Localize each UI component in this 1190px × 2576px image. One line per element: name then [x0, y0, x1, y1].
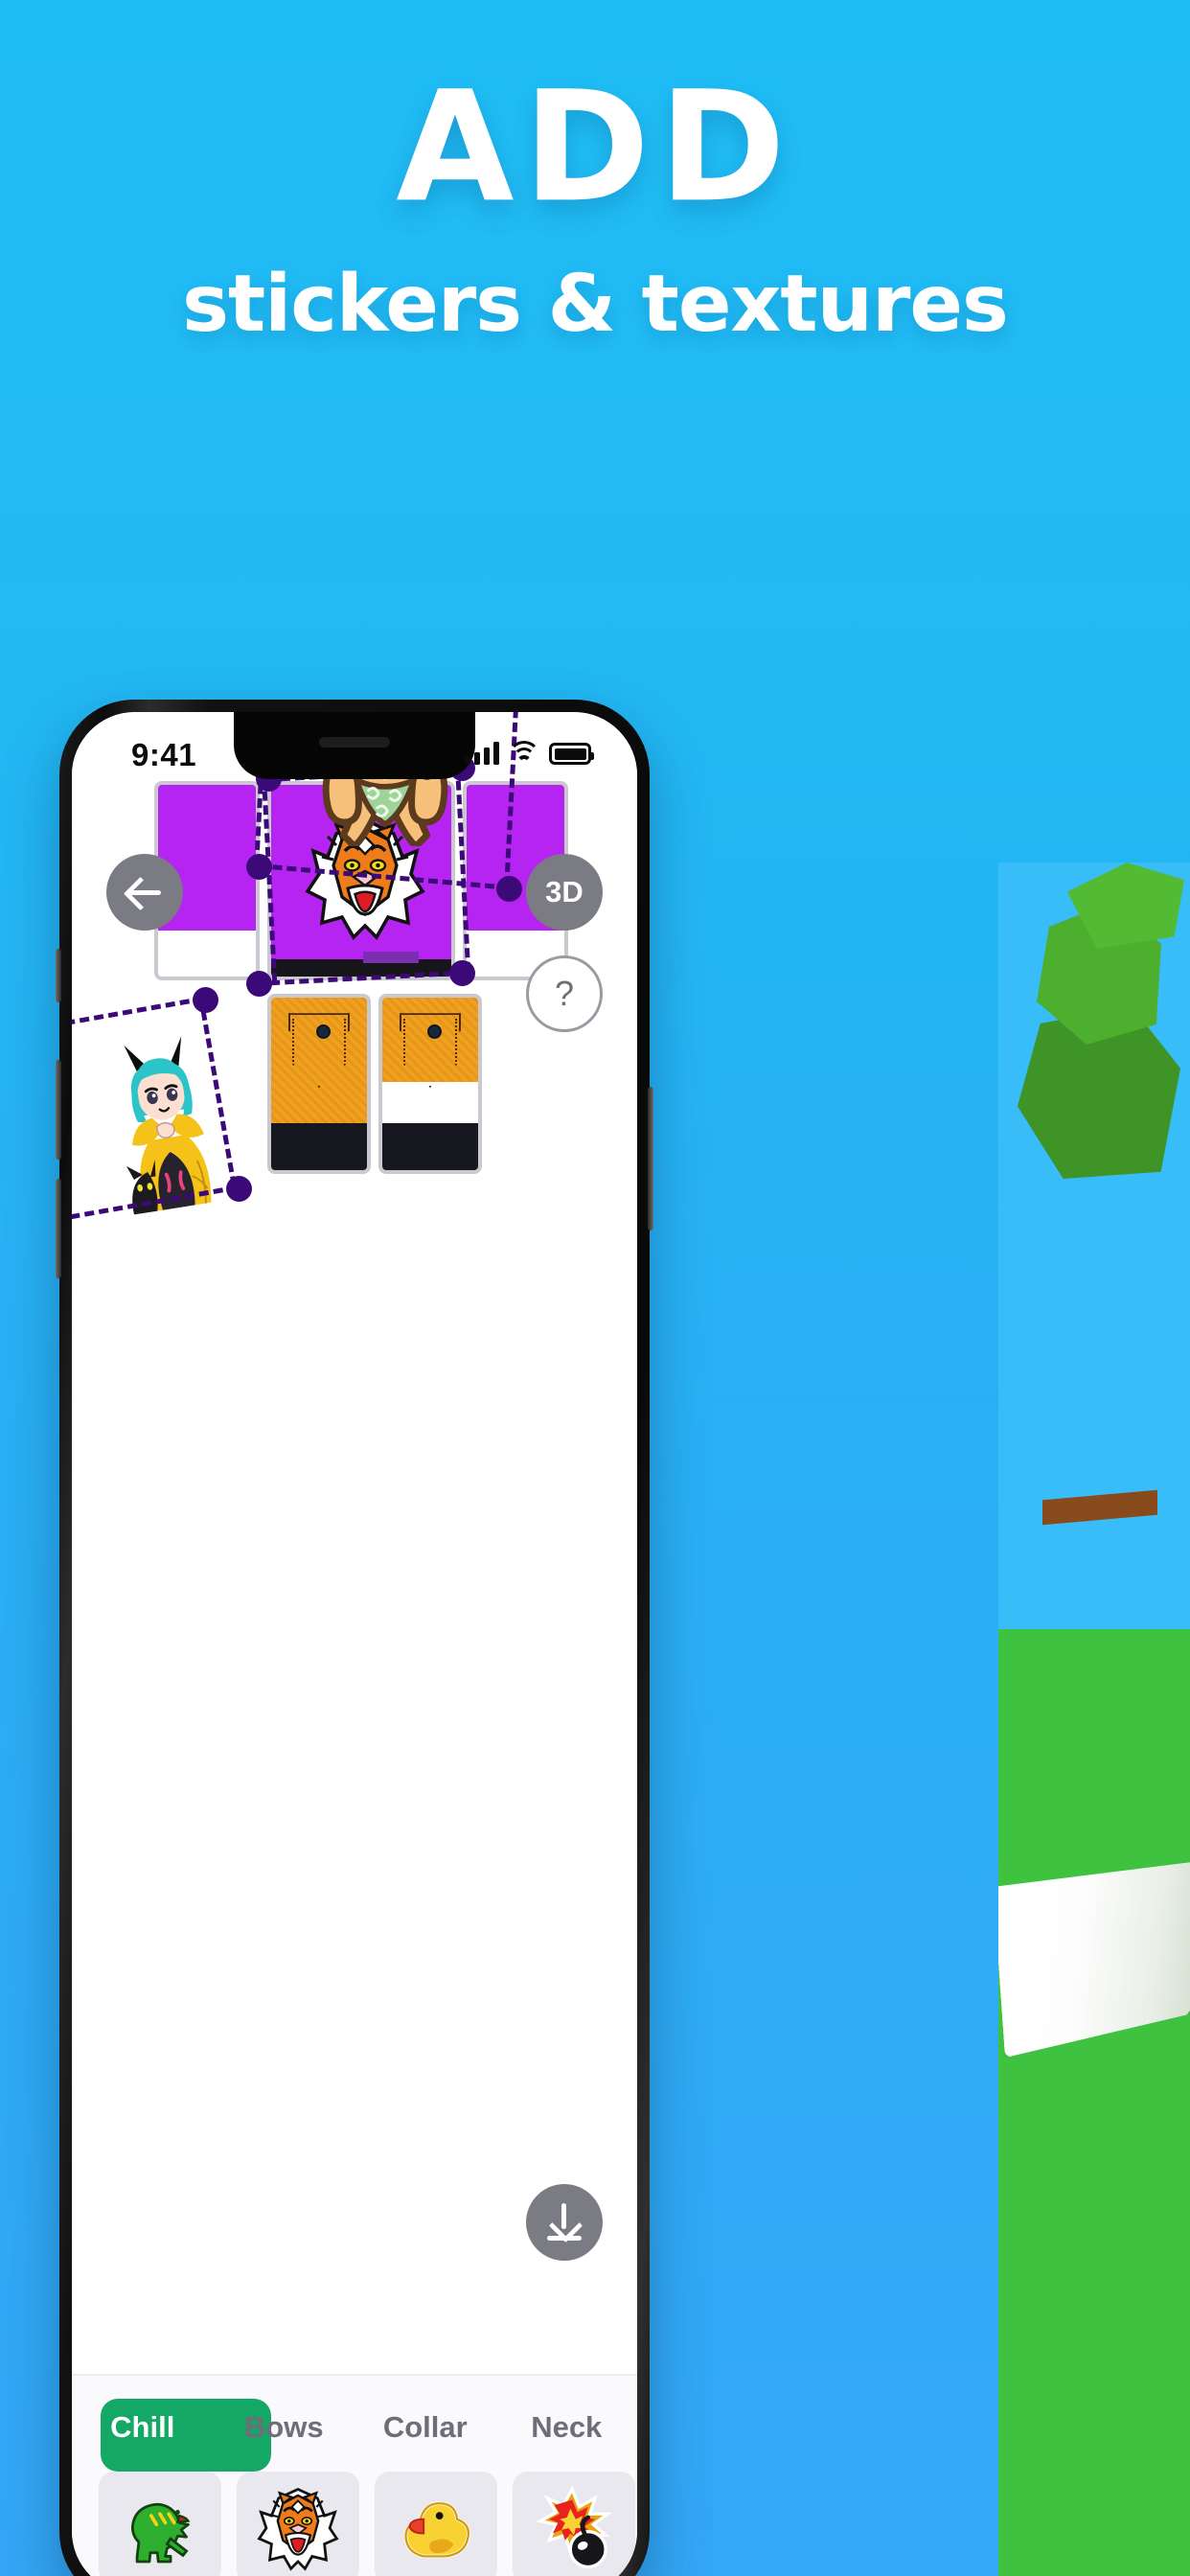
selection-handle[interactable]: [246, 971, 272, 997]
sticker-picker-sheet: Chill Bows Collar Neck: [72, 2374, 637, 2576]
tiger-sticker[interactable]: [237, 2472, 359, 2576]
background-3d-scene: [998, 862, 1190, 2576]
tab-label: Neck: [531, 2410, 603, 2444]
download-button[interactable]: [526, 2184, 603, 2261]
duck-icon: [403, 2501, 470, 2559]
tab-label: Bows: [243, 2410, 324, 2444]
selection-handle[interactable]: [246, 854, 272, 880]
phone-button-volume-up: [56, 1060, 61, 1160]
promo-headline-block: ADD stickers & textures: [0, 71, 1190, 350]
selection-handle[interactable]: [226, 1176, 252, 1202]
headline-add: ADD: [395, 58, 795, 237]
download-icon: [547, 2203, 584, 2243]
phone-mockup: 3D ? Chill Bows Collar Neck 9:41: [56, 700, 653, 2576]
status-bar: 9:41: [72, 712, 637, 787]
tab-label: Collar: [382, 2410, 468, 2444]
status-icons: [465, 741, 594, 765]
pants-cuff: [382, 1123, 478, 1170]
category-tabs: Chill Bows Collar Neck: [72, 2391, 638, 2472]
pants-blank-area: [382, 1082, 478, 1124]
shirt-hem-accent: [363, 952, 419, 963]
selection-edge: [72, 996, 204, 1033]
battery-icon: [549, 743, 594, 765]
duck-sticker[interactable]: [375, 2472, 497, 2576]
dinosaur-sticker[interactable]: [99, 2472, 221, 2576]
tab-collar[interactable]: Collar: [355, 2410, 496, 2445]
pants-pocket: [400, 1013, 461, 1088]
status-time: 9:41: [131, 737, 197, 772]
dinosaur-icon: [130, 2502, 191, 2564]
phone-screen: 3D ? Chill Bows Collar Neck 9:41: [72, 712, 637, 2576]
scene-ground: [998, 1629, 1190, 2576]
selection-handle[interactable]: [449, 960, 475, 986]
avatar-left-leg[interactable]: [267, 994, 371, 1174]
avatar-right-leg[interactable]: [378, 994, 482, 1174]
3d-view-label: 3D: [545, 875, 584, 908]
sticker-tray[interactable]: [72, 2472, 637, 2576]
3d-view-button[interactable]: 3D: [526, 854, 603, 931]
help-button[interactable]: ?: [526, 955, 603, 1032]
tab-neck[interactable]: Neck: [496, 2410, 638, 2445]
back-button[interactable]: [106, 854, 183, 931]
bomb-icon: [536, 2485, 612, 2569]
phone-button-power: [648, 1087, 653, 1230]
wifi-icon: [508, 741, 540, 765]
arrow-left-icon: [126, 874, 163, 910]
cellular-bars-icon: [465, 741, 499, 765]
selection-handle[interactable]: [193, 987, 218, 1013]
avatar-editor-canvas[interactable]: 3D ?: [72, 712, 637, 2376]
pants-pocket: [288, 1013, 350, 1088]
tiger-icon: [257, 2488, 339, 2571]
phone-button-volume-down: [56, 1179, 61, 1278]
phone-button-silent: [56, 949, 61, 1002]
promo-screenshot: ADD stickers & textures 3D ? Chill Bows …: [0, 0, 1190, 2576]
selection-handle[interactable]: [496, 876, 522, 902]
bomb-sticker[interactable]: [513, 2472, 635, 2576]
tab-label: Chill: [110, 2410, 175, 2444]
headline-subtitle: stickers & textures: [182, 259, 1009, 350]
pants-cuff: [271, 1123, 367, 1170]
help-label: ?: [554, 974, 575, 1013]
